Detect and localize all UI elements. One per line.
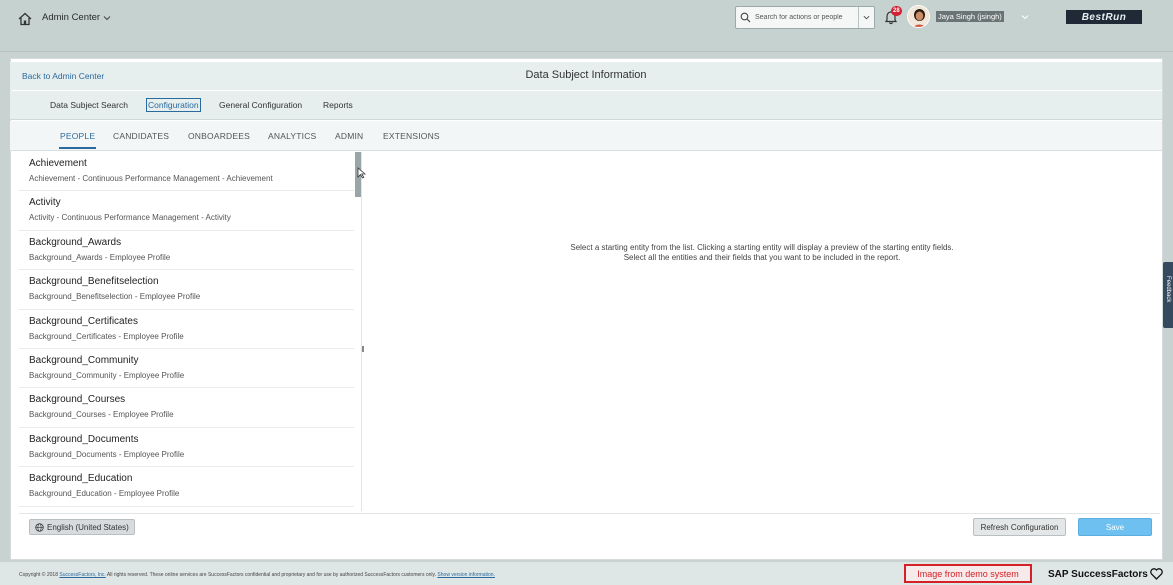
refresh-configuration-button[interactable]: Refresh Configuration [973, 518, 1066, 536]
footer-toolbar: English (United States) Refresh Configur… [19, 513, 1160, 540]
chevron-down-icon[interactable] [1021, 13, 1029, 21]
list-item[interactable]: Background_Documents Background_Document… [19, 428, 354, 468]
category-tab-bar: PEOPLE CANDIDATES ONBOARDEES ANALYTICS A… [10, 121, 1162, 151]
search-scope-dropdown[interactable] [858, 7, 874, 28]
entity-title: Background_Courses [29, 394, 126, 406]
chevron-down-icon [103, 15, 111, 20]
entity-title: Background_Benefitselection [29, 276, 159, 288]
user-name[interactable]: Jaya Singh (jsingh) [936, 11, 1004, 22]
entity-subtitle: Background_Courses - Employee Profile [29, 410, 174, 420]
entity-title: Achievement [29, 158, 87, 169]
list-item[interactable]: Background_Courses Background_Courses - … [19, 388, 354, 428]
globe-icon [35, 522, 44, 532]
copyright-text: Copyright © 2018 SuccessFactors, Inc. Al… [19, 572, 495, 578]
detail-message-line-2: Select all the entities and their fields… [623, 253, 901, 262]
top-tab-bar: Data Subject Search Configuration Genera… [10, 91, 1162, 120]
notification-badge: 28 [891, 6, 902, 16]
company-logo: BestRun [1066, 10, 1142, 24]
company-link[interactable]: SuccessFactors, Inc. [59, 572, 105, 578]
list-item[interactable]: Achievement Achievement - Continuous Per… [19, 152, 354, 192]
avatar[interactable] [907, 5, 930, 28]
language-label: English (United States) [47, 522, 129, 532]
tab-people[interactable]: PEOPLE [58, 131, 97, 149]
search-input[interactable]: Search for actions or people [751, 14, 858, 21]
entity-subtitle: Background_Certificates - Employee Profi… [29, 331, 184, 341]
heart-icon [1150, 568, 1163, 580]
entity-title: Background_Community [29, 354, 139, 366]
entity-title: Background_Documents [29, 433, 139, 445]
tab-reports[interactable]: Reports [323, 100, 353, 110]
entity-title: Background_Education [29, 473, 133, 485]
shell-bar: Admin Center Search for actions or peopl… [0, 0, 1173, 52]
brand-logo: SAP SuccessFactors [1048, 568, 1163, 580]
copyright-prefix: Copyright © 2018 [19, 572, 60, 578]
feedback-tab[interactable]: Feedback [1163, 262, 1173, 328]
page-title: Data Subject Information [525, 69, 647, 81]
entity-title: Background_Certificates [29, 315, 138, 327]
entity-subtitle: Achievement - Continuous Performance Man… [29, 174, 273, 183]
entity-list[interactable]: Achievement Achievement - Continuous Per… [19, 152, 362, 511]
version-info-link[interactable]: Show version information. [437, 572, 495, 578]
tab-onboardees[interactable]: ONBOARDEES [188, 131, 250, 141]
feedback-label: Feedback [1165, 276, 1171, 303]
list-item[interactable]: Activity Activity - Continuous Performan… [19, 191, 354, 231]
entity-title: Background_Awards [29, 236, 122, 248]
mouse-cursor-icon [357, 167, 366, 179]
entity-subtitle: Background_Awards - Employee Profile [29, 252, 171, 262]
language-button[interactable]: English (United States) [29, 519, 135, 535]
tab-general-configuration[interactable]: General Configuration [219, 100, 302, 110]
tab-analytics[interactable]: ANALYTICS [268, 131, 316, 141]
entity-subtitle: Background_Documents - Employee Profile [29, 449, 185, 459]
page-header: Back to Admin Center Data Subject Inform… [10, 62, 1162, 90]
home-icon[interactable] [18, 12, 32, 26]
list-item[interactable]: Background_Benefitselection Background_B… [19, 270, 354, 310]
entity-title: Activity [29, 197, 61, 209]
tab-configuration[interactable]: Configuration [146, 98, 201, 112]
list-item[interactable]: Background_Awards Background_Awards - Em… [19, 231, 354, 271]
entity-subtitle: Background_Community - Employee Profile [29, 370, 185, 380]
search-icon [740, 12, 751, 23]
detail-placeholder-message: Select a starting entity from the list. … [364, 243, 1160, 263]
save-button[interactable]: Save [1078, 518, 1152, 536]
list-item[interactable]: Background_Education Background_Educatio… [19, 467, 354, 507]
pane-splitter-handle[interactable] [362, 346, 364, 352]
tab-admin[interactable]: ADMIN [335, 131, 363, 141]
tab-data-subject-search[interactable]: Data Subject Search [50, 100, 128, 110]
entity-subtitle: Background_Education - Employee Profile [29, 489, 180, 499]
chevron-down-icon [863, 15, 870, 20]
entity-subtitle: Activity - Continuous Performance Manage… [29, 213, 231, 223]
list-item[interactable]: Background_Community Background_Communit… [19, 349, 354, 389]
app-title: Admin Center [42, 12, 101, 23]
list-item[interactable]: Background_Certificates Background_Certi… [19, 310, 354, 349]
user-photo [908, 6, 929, 27]
tab-extensions[interactable]: EXTENSIONS [383, 131, 440, 141]
search-box[interactable]: Search for actions or people [735, 6, 875, 29]
copyright-rest: All rights reserved. These online servic… [105, 572, 438, 578]
brand-name: SAP SuccessFactors [1048, 568, 1148, 580]
tab-candidates[interactable]: CANDIDATES [113, 131, 169, 141]
detail-message-line-1: Select a starting entity from the list. … [570, 243, 954, 252]
demo-system-label: Image from demo system [904, 564, 1032, 583]
app-title-menu[interactable]: Admin Center [42, 12, 111, 23]
page-footer: Copyright © 2018 SuccessFactors, Inc. Al… [0, 562, 1173, 585]
entity-subtitle: Background_Benefitselection - Employee P… [29, 292, 201, 302]
